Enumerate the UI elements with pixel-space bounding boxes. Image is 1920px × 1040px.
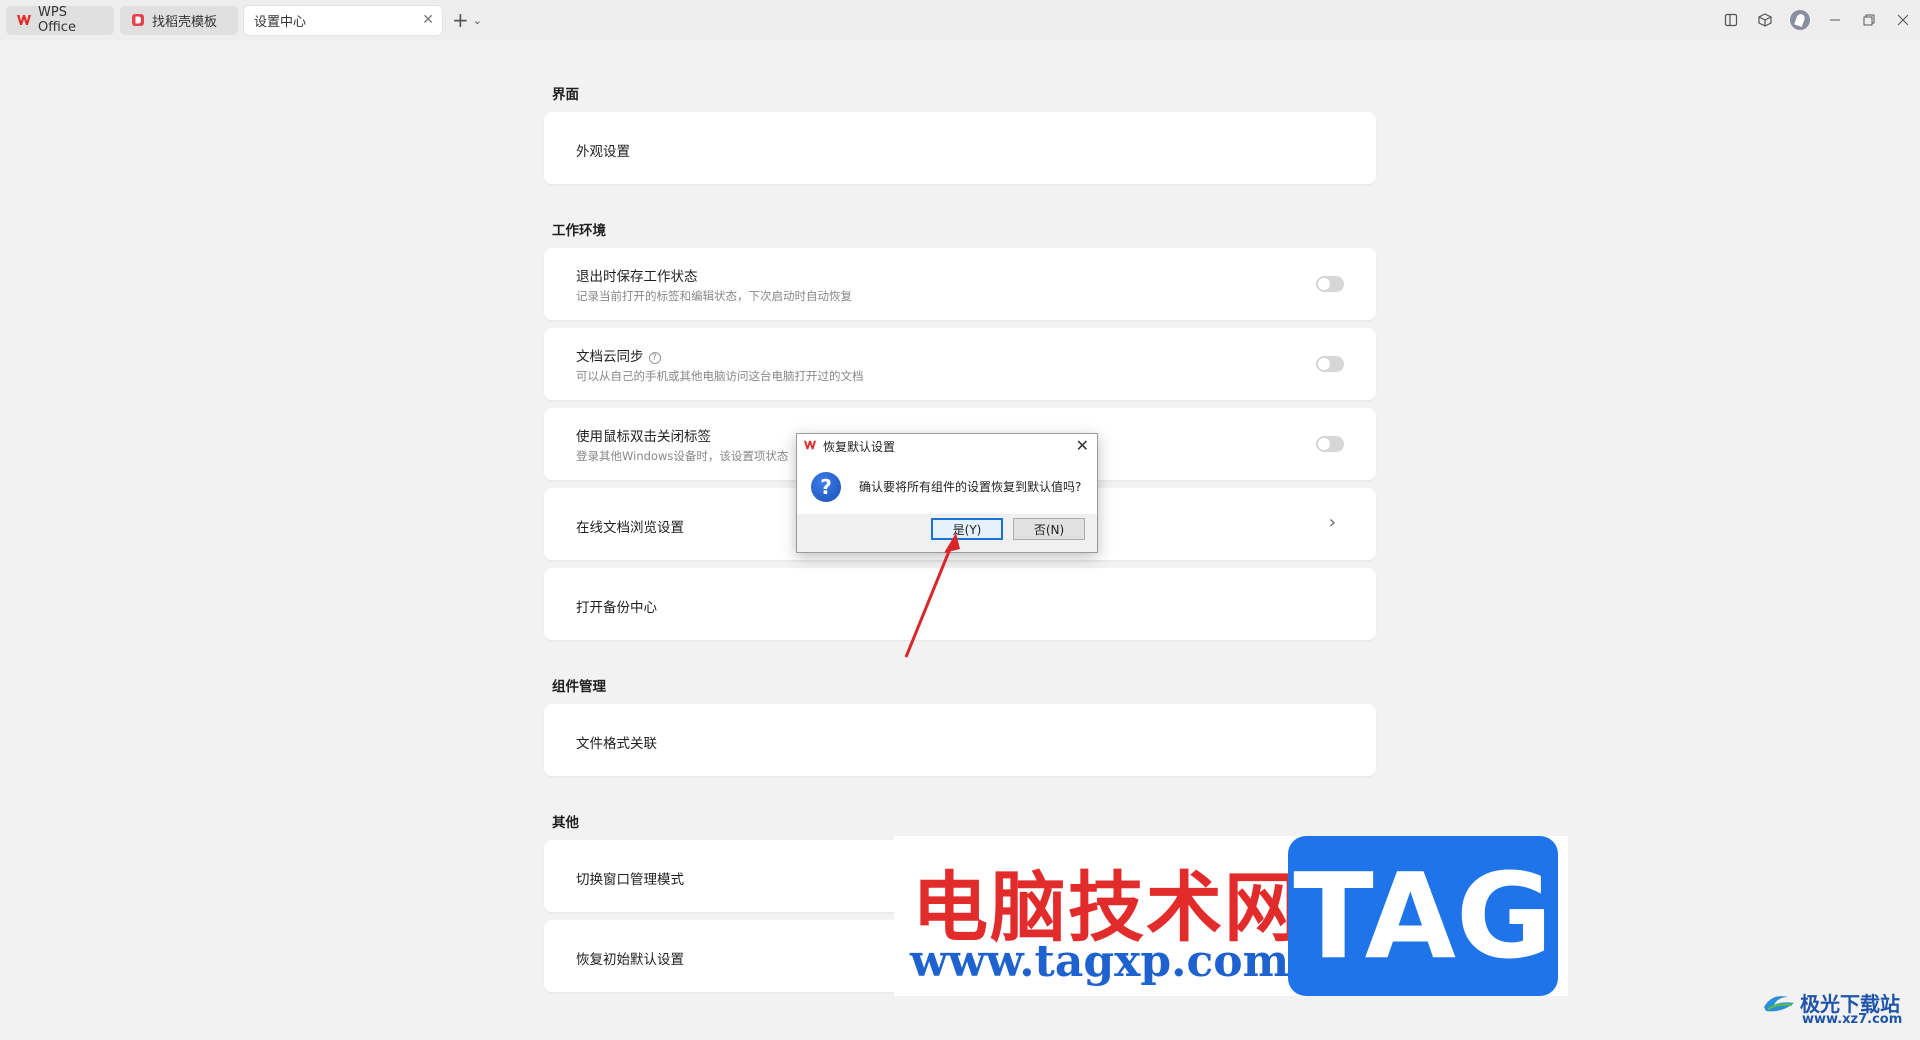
layout-icon[interactable] [1714, 0, 1748, 40]
item-label: 打开备份中心 [576, 600, 657, 616]
item-label: 文件格式关联 [576, 736, 657, 752]
title-bar: WPS Office 找稻壳模板 设置中心 ✕ + ⌄ [0, 0, 1920, 40]
watermark-tag-logo: TAG [1288, 836, 1558, 996]
section-title-components: 组件管理 [552, 679, 606, 695]
save-state-item: 退出时保存工作状态 记录当前打开的标签和编辑状态，下次启动时自动恢复 [544, 248, 1376, 320]
close-icon[interactable]: ✕ [422, 12, 434, 28]
cube-icon[interactable] [1748, 0, 1782, 40]
cloud-sync-toggle[interactable] [1316, 356, 1344, 372]
chevron-down-icon: ⌄ [472, 13, 482, 27]
item-label: 恢复初始默认设置 [576, 952, 684, 968]
tab-wps-office[interactable]: WPS Office [6, 5, 114, 35]
dblclick-close-toggle[interactable] [1316, 436, 1344, 452]
watermark: 电脑技术网 www.tagxp.com TAG [894, 836, 1568, 996]
section-title-workspace: 工作环境 [552, 223, 606, 239]
item-label: 切换窗口管理模式 [576, 872, 684, 888]
file-association-item[interactable]: 文件格式关联 [544, 704, 1376, 776]
new-tab-button[interactable]: + ⌄ [452, 8, 482, 32]
tab-label: 设置中心 [254, 14, 307, 30]
minimize-icon[interactable] [1818, 0, 1852, 40]
save-state-toggle[interactable] [1316, 276, 1344, 292]
question-icon: ? [811, 472, 841, 502]
item-desc: 记录当前打开的标签和编辑状态，下次启动时自动恢复 [576, 289, 852, 303]
item-label: 外观设置 [576, 144, 630, 160]
dialog-title-bar: 恢复默认设置 ✕ [797, 434, 1097, 458]
dialog-message: 确认要将所有组件的设置恢复到默认值吗? [859, 480, 1082, 494]
annotation-arrow-icon [904, 533, 960, 658]
wps-logo-icon [803, 439, 817, 453]
item-label: 文档云同步? [576, 345, 661, 365]
window-controls [1714, 0, 1920, 40]
cloud-sync-label: 文档云同步 [576, 349, 644, 365]
chevron-right-icon: › [1328, 512, 1336, 533]
help-icon[interactable]: ? [648, 352, 661, 364]
item-label: 在线文档浏览设置 [576, 520, 684, 536]
swirl-logo-icon [1764, 995, 1794, 1011]
watermark-url: www.tagxp.com [910, 936, 1290, 987]
appearance-settings-item[interactable]: 外观设置 [544, 112, 1376, 184]
close-icon[interactable]: ✕ [1076, 436, 1089, 455]
item-desc: 登录其他Windows设备时，该设置项状态 [576, 449, 789, 463]
avatar[interactable] [1790, 10, 1810, 30]
item-desc: 可以从自己的手机或其他电脑访问这台电脑打开过的文档 [576, 369, 864, 383]
plus-icon: + [452, 8, 469, 32]
site-logo: 极光下载站 www.xz7.com [1762, 988, 1902, 1027]
docer-icon [130, 12, 146, 28]
wps-logo-icon [16, 12, 32, 28]
site-url: www.xz7.com [1802, 1012, 1903, 1027]
restore-icon[interactable] [1852, 0, 1886, 40]
dialog-title: 恢复默认设置 [823, 439, 896, 454]
section-title-interface: 界面 [552, 87, 579, 103]
no-button[interactable]: 否(N) [1013, 518, 1085, 540]
tab-label: WPS Office [38, 5, 76, 35]
tab-settings-center[interactable]: 设置中心 ✕ [244, 5, 442, 35]
cloud-sync-item: 文档云同步? 可以从自己的手机或其他电脑访问这台电脑打开过的文档 [544, 328, 1376, 400]
tab-label: 找稻壳模板 [152, 14, 218, 30]
item-label: 使用鼠标双击关闭标签 [576, 429, 711, 445]
dialog-body: ? 确认要将所有组件的设置恢复到默认值吗? [797, 458, 1097, 514]
item-label: 退出时保存工作状态 [576, 269, 698, 285]
window-close-icon[interactable] [1886, 0, 1920, 40]
tab-template[interactable]: 找稻壳模板 [120, 5, 238, 35]
section-title-other: 其他 [552, 815, 579, 831]
